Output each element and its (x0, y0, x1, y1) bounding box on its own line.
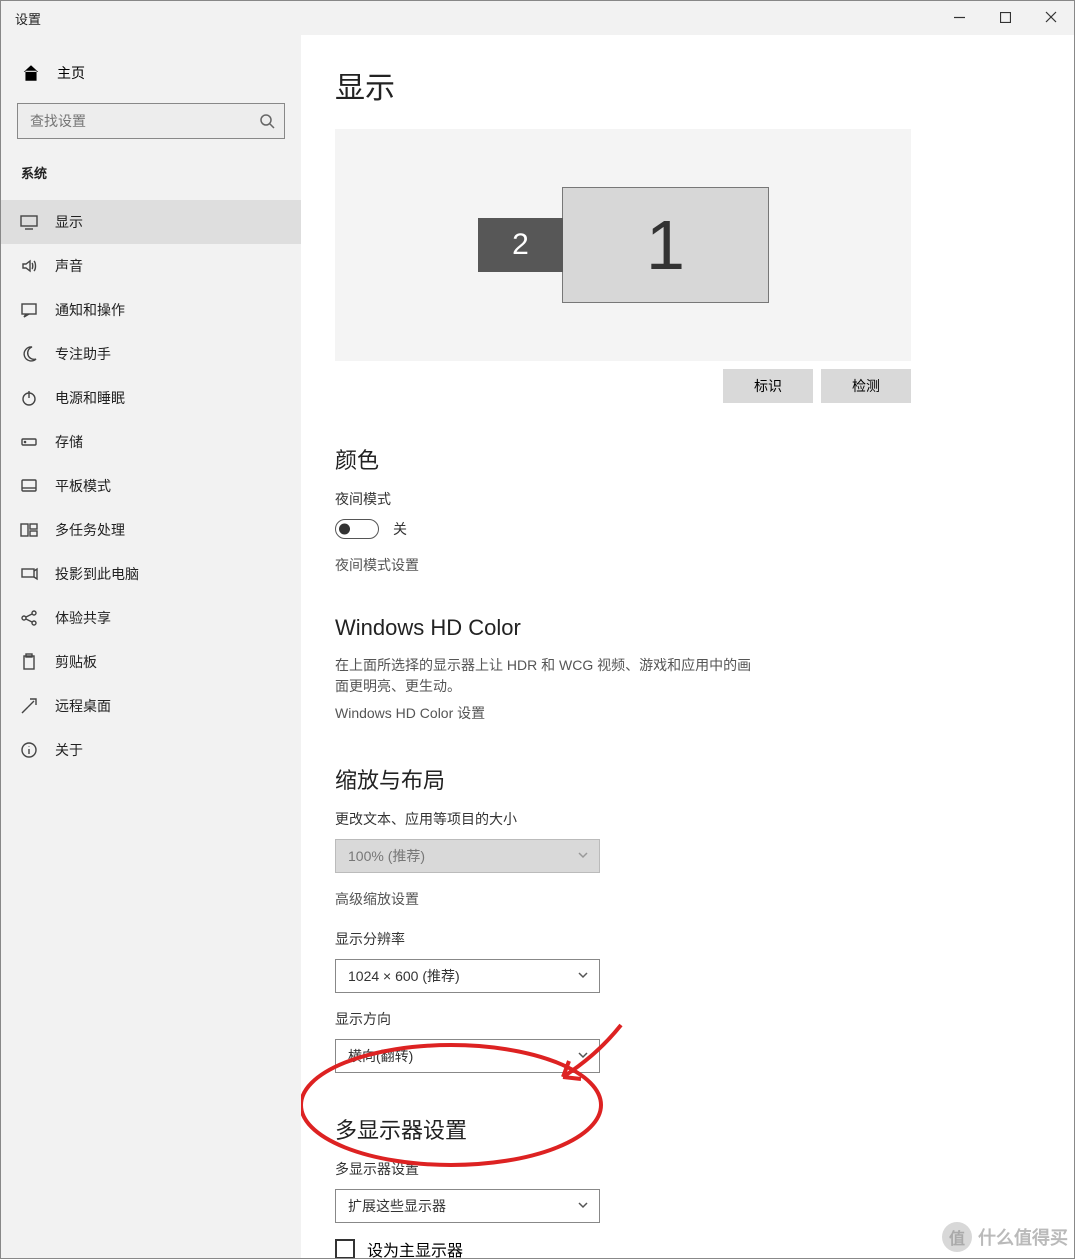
search-input[interactable] (17, 103, 285, 139)
minimize-button[interactable] (936, 1, 982, 33)
resolution-label: 显示分辨率 (335, 929, 1040, 949)
scale-heading: 缩放与布局 (335, 763, 1040, 795)
hd-color-heading: Windows HD Color (335, 615, 1040, 641)
home-icon (21, 63, 41, 83)
sidebar-item-label: 显示 (55, 212, 83, 232)
sidebar-item-multitask[interactable]: 多任务处理 (1, 508, 301, 552)
sidebar-item-tablet[interactable]: 平板模式 (1, 464, 301, 508)
sidebar-item-storage[interactable]: 存储 (1, 420, 301, 464)
main-panel: 显示 2 1 标识 检测 颜色 夜间模式 关 夜间模式设置 Windows HD… (301, 35, 1074, 1258)
text-size-label: 更改文本、应用等项目的大小 (335, 809, 1040, 829)
sidebar-item-label: 声音 (55, 256, 83, 276)
sidebar-item-clipboard[interactable]: 剪贴板 (1, 640, 301, 684)
sidebar-item-label: 关于 (55, 740, 83, 760)
monitor-arrangement[interactable]: 2 1 (335, 129, 911, 361)
maximize-button[interactable] (982, 1, 1028, 33)
sidebar-item-power[interactable]: 电源和睡眠 (1, 376, 301, 420)
primary-monitor-row[interactable]: 设为主显示器 (335, 1237, 1040, 1258)
resolution-dropdown[interactable]: 1024 × 600 (推荐) (335, 959, 600, 993)
category-header: 系统 (1, 157, 301, 200)
chevron-down-icon (577, 968, 589, 984)
hd-color-link[interactable]: Windows HD Color 设置 (335, 703, 1040, 723)
sidebar-item-label: 通知和操作 (55, 300, 125, 320)
storage-icon (19, 433, 39, 451)
sidebar-item-label: 剪贴板 (55, 652, 97, 672)
sidebar-item-label: 专注助手 (55, 344, 111, 364)
multitask-icon (19, 521, 39, 539)
window-controls (936, 1, 1074, 33)
monitor-2[interactable]: 2 (478, 218, 563, 272)
sidebar-item-about[interactable]: 关于 (1, 728, 301, 772)
sidebar: 主页 系统 显示 声音 通知和操作 专注助手 (1, 35, 301, 1258)
identify-button[interactable]: 标识 (723, 369, 813, 403)
multi-display-label: 多显示器设置 (335, 1159, 1040, 1179)
remote-icon (19, 697, 39, 715)
sidebar-item-label: 体验共享 (55, 608, 111, 628)
text-size-dropdown[interactable]: 100% (推荐) (335, 839, 600, 873)
share-icon (19, 609, 39, 627)
sidebar-item-label: 投影到此电脑 (55, 564, 139, 584)
search-icon (259, 113, 275, 129)
clipboard-icon (19, 653, 39, 671)
orientation-label: 显示方向 (335, 1009, 1040, 1029)
sidebar-item-label: 电源和睡眠 (55, 388, 125, 408)
chevron-down-icon (577, 1048, 589, 1064)
info-icon (19, 741, 39, 759)
orientation-value: 横向(翻转) (348, 1046, 413, 1066)
sidebar-item-remote[interactable]: 远程桌面 (1, 684, 301, 728)
night-mode-state: 关 (393, 519, 407, 539)
sidebar-item-label: 远程桌面 (55, 696, 111, 716)
detect-button[interactable]: 检测 (821, 369, 911, 403)
sidebar-item-label: 存储 (55, 432, 83, 452)
page-title: 显示 (335, 63, 1040, 107)
advanced-scaling-link[interactable]: 高级缩放设置 (335, 889, 1040, 909)
sidebar-item-notifications[interactable]: 通知和操作 (1, 288, 301, 332)
window-title: 设置 (15, 9, 41, 28)
night-mode-settings-link[interactable]: 夜间模式设置 (335, 555, 1040, 575)
notification-icon (19, 301, 39, 319)
resolution-value: 1024 × 600 (推荐) (348, 966, 460, 986)
text-size-value: 100% (推荐) (348, 846, 425, 866)
sidebar-item-sound[interactable]: 声音 (1, 244, 301, 288)
sidebar-item-project[interactable]: 投影到此电脑 (1, 552, 301, 596)
color-heading: 颜色 (335, 443, 1040, 475)
sidebar-item-focus[interactable]: 专注助手 (1, 332, 301, 376)
primary-monitor-checkbox[interactable] (335, 1239, 355, 1258)
night-mode-label: 夜间模式 (335, 489, 1040, 509)
sound-icon (19, 257, 39, 275)
monitor-icon (19, 213, 39, 231)
night-mode-toggle[interactable] (335, 519, 379, 539)
sidebar-item-share[interactable]: 体验共享 (1, 596, 301, 640)
project-icon (19, 565, 39, 583)
multi-display-dropdown[interactable]: 扩展这些显示器 (335, 1189, 600, 1223)
primary-monitor-label: 设为主显示器 (367, 1237, 463, 1258)
tablet-icon (19, 477, 39, 495)
orientation-dropdown[interactable]: 横向(翻转) (335, 1039, 600, 1073)
sidebar-item-label: 平板模式 (55, 476, 111, 496)
title-bar: 设置 (1, 1, 1074, 35)
sidebar-item-label: 多任务处理 (55, 520, 125, 540)
hd-color-desc: 在上面所选择的显示器上让 HDR 和 WCG 视频、游戏和应用中的画面更明亮、更… (335, 655, 765, 697)
chevron-down-icon (577, 848, 589, 864)
multi-display-heading: 多显示器设置 (335, 1113, 1040, 1145)
home-label: 主页 (57, 63, 85, 83)
close-button[interactable] (1028, 1, 1074, 33)
home-link[interactable]: 主页 (1, 53, 301, 93)
moon-icon (19, 345, 39, 363)
monitor-1[interactable]: 1 (562, 187, 769, 303)
chevron-down-icon (577, 1198, 589, 1214)
power-icon (19, 389, 39, 407)
sidebar-item-display[interactable]: 显示 (1, 200, 301, 244)
multi-display-value: 扩展这些显示器 (348, 1196, 446, 1216)
